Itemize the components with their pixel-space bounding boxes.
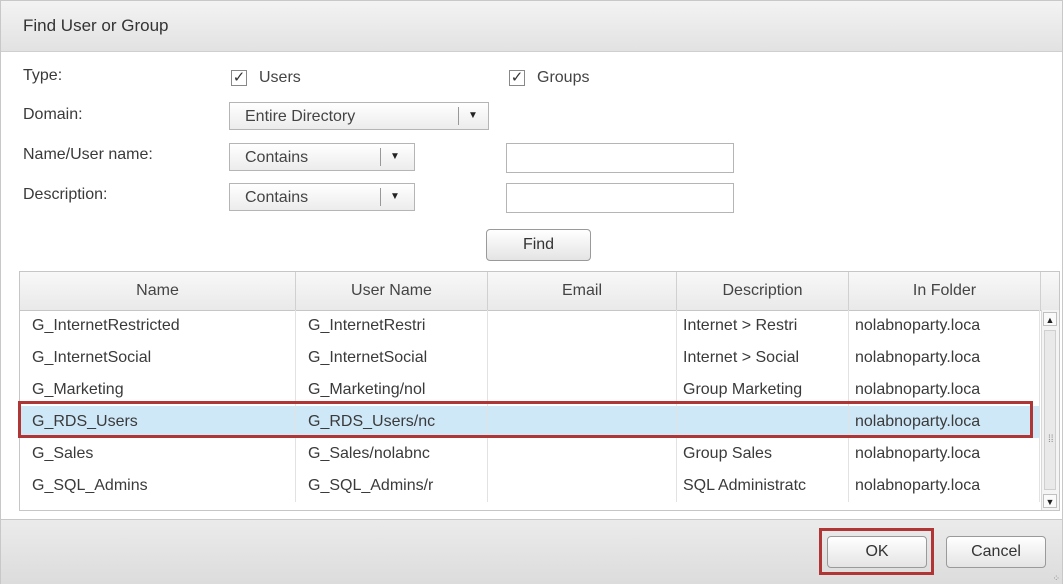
cell-description: SQL Administratc bbox=[677, 470, 849, 502]
cell-email bbox=[488, 406, 677, 438]
groups-checkbox-label[interactable]: Groups bbox=[537, 69, 589, 87]
grip-icon: ⁞⁞ bbox=[1048, 434, 1054, 445]
description-label: Description: bbox=[23, 186, 108, 203]
find-user-or-group-dialog: Find User or Group Type: ✓ Users ✓ Group… bbox=[0, 0, 1063, 584]
cell-name: G_RDS_Users bbox=[20, 406, 296, 438]
cell-user-name: G_Marketing/nol bbox=[296, 374, 488, 406]
table-row[interactable]: G_InternetRestricted G_InternetRestri In… bbox=[20, 310, 1040, 342]
chevron-down-icon: ▼ bbox=[390, 191, 400, 202]
table-row[interactable]: G_SQL_Admins G_SQL_Admins/r SQL Administ… bbox=[20, 470, 1040, 502]
chevron-down-icon: ▼ bbox=[390, 151, 400, 162]
cell-email bbox=[488, 374, 677, 406]
find-button[interactable]: Find bbox=[486, 229, 591, 261]
cell-description: Group Sales bbox=[677, 438, 849, 470]
cell-in-folder: nolabnoparty.loca bbox=[849, 406, 1040, 438]
column-header-name[interactable]: Name bbox=[20, 272, 296, 310]
users-checkbox[interactable]: ✓ bbox=[231, 70, 247, 86]
name-operator-dropdown[interactable]: Contains ▼ bbox=[229, 143, 415, 171]
ok-button[interactable]: OK bbox=[827, 536, 927, 568]
cell-in-folder: nolabnoparty.loca bbox=[849, 342, 1040, 374]
dropdown-separator bbox=[458, 107, 459, 125]
scrollbar-thumb[interactable]: ⁞⁞ bbox=[1044, 330, 1056, 490]
cell-name: G_Sales bbox=[20, 438, 296, 470]
cell-name: G_InternetRestricted bbox=[20, 310, 296, 342]
resize-grip-icon[interactable]: ⁘ bbox=[1052, 574, 1060, 583]
groups-checkbox[interactable]: ✓ bbox=[509, 70, 525, 86]
chevron-down-icon: ▼ bbox=[468, 110, 478, 121]
column-header-in-folder[interactable]: In Folder bbox=[849, 272, 1041, 310]
table-header: Name User Name Email Description In Fold… bbox=[20, 272, 1059, 311]
cell-email bbox=[488, 438, 677, 470]
table-vertical-scrollbar[interactable]: ▲ ⁞⁞ ▼ bbox=[1041, 310, 1059, 510]
cell-email bbox=[488, 310, 677, 342]
cell-user-name: G_InternetRestri bbox=[296, 310, 488, 342]
users-checkbox-label[interactable]: Users bbox=[259, 69, 301, 87]
type-label: Type: bbox=[23, 67, 63, 84]
table-row-selected[interactable]: G_RDS_Users G_RDS_Users/nc nolabnoparty.… bbox=[20, 406, 1040, 438]
name-operator-value: Contains bbox=[245, 149, 309, 166]
domain-dropdown[interactable]: Entire Directory ▼ bbox=[229, 102, 489, 130]
cell-description: Group Marketing bbox=[677, 374, 849, 406]
domain-dropdown-value: Entire Directory bbox=[245, 108, 356, 125]
dialog-title: Find User or Group bbox=[23, 16, 169, 35]
cell-user-name: G_RDS_Users/nc bbox=[296, 406, 488, 438]
dialog-title-bar[interactable]: Find User or Group bbox=[1, 1, 1062, 52]
table-row[interactable]: G_Sales G_Sales/nolabnc Group Sales nola… bbox=[20, 438, 1040, 470]
dropdown-separator bbox=[380, 148, 381, 166]
table-row[interactable]: G_InternetSocial G_InternetSocial Intern… bbox=[20, 342, 1040, 374]
cell-description: Internet > Social bbox=[677, 342, 849, 374]
cell-user-name: G_Sales/nolabnc bbox=[296, 438, 488, 470]
cell-in-folder: nolabnoparty.loca bbox=[849, 438, 1040, 470]
description-operator-value: Contains bbox=[245, 189, 309, 206]
cancel-button[interactable]: Cancel bbox=[946, 536, 1046, 568]
column-header-user-name[interactable]: User Name bbox=[296, 272, 488, 310]
cell-email bbox=[488, 342, 677, 374]
column-header-email[interactable]: Email bbox=[488, 272, 677, 310]
domain-label: Domain: bbox=[23, 106, 83, 123]
description-search-input[interactable] bbox=[506, 183, 734, 213]
table-row[interactable]: G_Marketing G_Marketing/nol Group Market… bbox=[20, 374, 1040, 406]
results-table: Name User Name Email Description In Fold… bbox=[19, 271, 1060, 511]
dropdown-separator bbox=[380, 188, 381, 206]
cell-description: Internet > Restri bbox=[677, 310, 849, 342]
name-label: Name/User name: bbox=[23, 146, 153, 163]
cell-in-folder: nolabnoparty.loca bbox=[849, 310, 1040, 342]
scroll-up-icon[interactable]: ▲ bbox=[1043, 312, 1057, 326]
cell-in-folder: nolabnoparty.loca bbox=[849, 470, 1040, 502]
cell-description bbox=[677, 406, 849, 438]
name-search-input[interactable] bbox=[506, 143, 734, 173]
cell-user-name: G_InternetSocial bbox=[296, 342, 488, 374]
cell-in-folder: nolabnoparty.loca bbox=[849, 374, 1040, 406]
cell-name: G_Marketing bbox=[20, 374, 296, 406]
cell-name: G_InternetSocial bbox=[20, 342, 296, 374]
scroll-down-icon[interactable]: ▼ bbox=[1043, 494, 1057, 508]
description-operator-dropdown[interactable]: Contains ▼ bbox=[229, 183, 415, 211]
column-header-description[interactable]: Description bbox=[677, 272, 849, 310]
cell-user-name: G_SQL_Admins/r bbox=[296, 470, 488, 502]
cell-name: G_SQL_Admins bbox=[20, 470, 296, 502]
cell-email bbox=[488, 470, 677, 502]
